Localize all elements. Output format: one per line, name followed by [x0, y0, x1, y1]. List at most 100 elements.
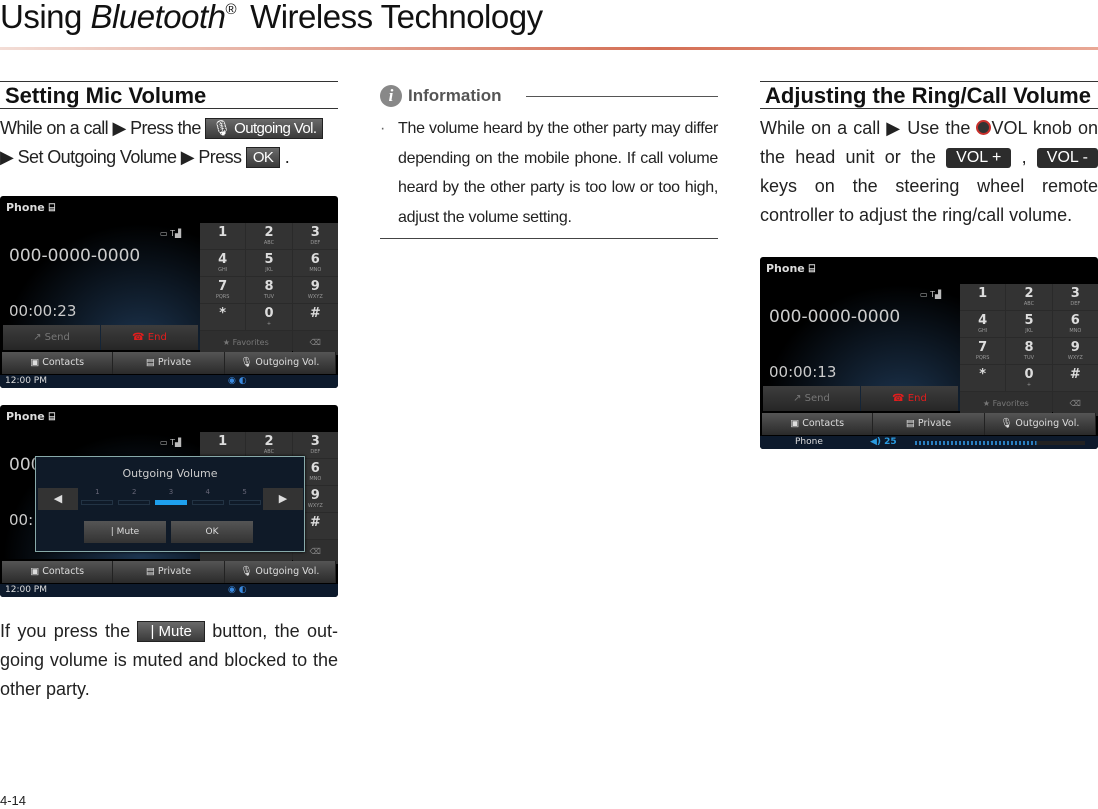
key-digit: 1 [218, 434, 228, 449]
send-button: ↗ Send [763, 386, 860, 411]
volume-step: 5 [228, 488, 261, 510]
keypad-key: 0+ [1006, 365, 1052, 391]
call-timer: 00:00:23 [9, 302, 77, 320]
key-letters: ABC [263, 240, 275, 246]
key-letters: JKL [1025, 328, 1033, 334]
keypad-key: 8TUV [1006, 338, 1052, 364]
information-box: i Information · The volume heard by the ot… [380, 84, 718, 239]
key-letters: WXYZ [1067, 355, 1083, 361]
bottom-menu: ▣ Contacts ▤ Private 🎙 Outgoing Vol. [762, 413, 1096, 435]
key-digit: 1 [218, 225, 228, 240]
bottom-menu: ▣ Contacts ▤ Private 🎙 Outgoing Vol. [2, 352, 336, 374]
keypad-key: 4GHI [960, 311, 1006, 337]
key-digit: 9 [310, 279, 320, 294]
key-digit: 4 [978, 313, 988, 328]
status-icons: ◉ ◐ [228, 585, 247, 595]
ring-instructions: While on a call ▶ Use the VOL knob on th… [760, 118, 1098, 225]
key-digit: 3 [310, 225, 320, 240]
dialog-title: Outgoing Volume [122, 467, 218, 480]
keypad-key: 7PQRS [200, 277, 246, 303]
keypad: 1 2 ABC 3 DEF 4 GHI 5 JKL 6 MNO 7 PQRS 8 TUV 9 WXYZ * 0 + # ★… [960, 284, 1098, 416]
page-number: 4-14 [0, 793, 27, 808]
key-letters: MNO [309, 267, 322, 273]
menu-private: ▤ Private [113, 352, 225, 374]
vol-minus-key: VOL - [1036, 148, 1098, 168]
key-digit: # [309, 515, 321, 530]
mute-button: | Mute [84, 521, 166, 543]
keypad-key: 3 DEF [292, 432, 338, 458]
key-digit: 1 [978, 286, 988, 301]
status-bar: 12:00 PM ◉ ◐ [0, 584, 338, 597]
outgoing-volume-dialog: Outgoing Volume ◀ ▶ 1 2 3 4 5 | Mute OK [35, 456, 305, 552]
status-clock: 12:00 PM [5, 585, 47, 595]
key-letters: PQRS [215, 294, 230, 300]
outgoing-vol-button: 🎙 Outgoing Vol. [205, 118, 324, 139]
mute-description: If you press the | Mute button, the out-… [0, 621, 338, 699]
keypad-key: 2 ABC [1006, 284, 1052, 310]
key-digit: 6 [310, 252, 320, 267]
keypad-key: 8TUV [246, 277, 292, 303]
key-digit: # [1069, 367, 1081, 382]
key-digit: 3 [310, 434, 320, 449]
key-digit: 8 [1024, 340, 1034, 355]
key-digit: 0 [1024, 367, 1034, 382]
keypad-key: 0+ [246, 304, 292, 330]
key-digit: * [979, 367, 987, 382]
volume-step: 2 [118, 488, 151, 510]
phone-screen-ring-volume: Phone ⌸ ▭ T▟ 000-0000-0000 00:00:13 ↗ Send ☎ … [760, 257, 1098, 449]
status-icons: ◉ ◐ [228, 376, 247, 386]
keypad-key: # [1052, 365, 1098, 391]
status-clock: Phone [795, 437, 823, 447]
menu-outgoing-vol: 🎙 Outgoing Vol. [985, 413, 1096, 435]
end-button: ☎ End [861, 386, 958, 411]
keypad-key: 6 MNO [292, 250, 338, 276]
key-digit: 9 [310, 488, 320, 503]
volume-step-bar [154, 500, 187, 505]
keypad-key: 2 ABC [246, 432, 292, 458]
key-digit: * [219, 306, 227, 321]
keypad-key: 3 DEF [292, 223, 338, 249]
volume-step-bar [118, 500, 151, 505]
volume-up-arrow: ▶ [263, 488, 303, 510]
status-clock: 12:00 PM [5, 376, 47, 386]
signal-icon: ▭ T▟ [920, 290, 942, 299]
ok-button: OK [245, 147, 281, 168]
keypad-key: 5JKL [246, 250, 292, 276]
key-digit: 5 [1024, 313, 1034, 328]
keypad: 1 2 ABC 3 DEF 4 GHI 5 JKL 6 MNO 7 PQRS 8 TUV 9 WXYZ * 0 + # ★… [200, 223, 338, 355]
keypad-key: 3 DEF [1052, 284, 1098, 310]
menu-contacts: ▣ Contacts [762, 413, 874, 435]
key-digit: 0 [264, 306, 274, 321]
key-letters: JKL [265, 267, 273, 273]
phone-screen-call: Phone ⌸ ▭ T▟ 000-0000-0000 00:00:23 ↗ Send ☎ … [0, 196, 338, 388]
key-digit: 9 [1070, 340, 1080, 355]
keypad-key: 9 WXYZ [1052, 338, 1098, 364]
key-letters: TUV [1023, 355, 1035, 361]
screen-title: Phone ⌸ [6, 201, 56, 214]
keypad-key: 1 [200, 223, 246, 249]
end-button: ☎ End [101, 325, 198, 350]
key-letters: TUV [263, 294, 275, 300]
volume-step: 4 [191, 488, 224, 510]
keypad-key: 2 ABC [246, 223, 292, 249]
key-letters: GHI [218, 267, 228, 273]
page-title: Using Bluetooth® Wireless Technology [0, 0, 543, 35]
volume-step-bar [191, 500, 224, 505]
screen-title: Phone ⌸ [766, 262, 816, 275]
volume-step: 1 [81, 488, 114, 510]
mute-button: | Mute [137, 621, 205, 642]
keypad-key: 1 [960, 284, 1006, 310]
menu-contacts: ▣ Contacts [2, 352, 114, 374]
key-digit: 7 [978, 340, 988, 355]
volume-step-bar [81, 500, 114, 505]
menu-contacts: ▣ Contacts [2, 561, 114, 583]
keypad-key: 9 WXYZ [292, 277, 338, 303]
volume-step: 3 [154, 488, 187, 510]
key-letters: MNO [1069, 328, 1082, 334]
signal-icon: ▭ T▟ [160, 438, 182, 447]
bottom-menu: ▣ Contacts ▤ Private 🎙 Outgoing Vol. [2, 561, 336, 583]
send-button: ↗ Send [3, 325, 100, 350]
key-digit: 5 [264, 252, 274, 267]
key-letters: + [266, 321, 272, 327]
keypad-key: 7PQRS [960, 338, 1006, 364]
